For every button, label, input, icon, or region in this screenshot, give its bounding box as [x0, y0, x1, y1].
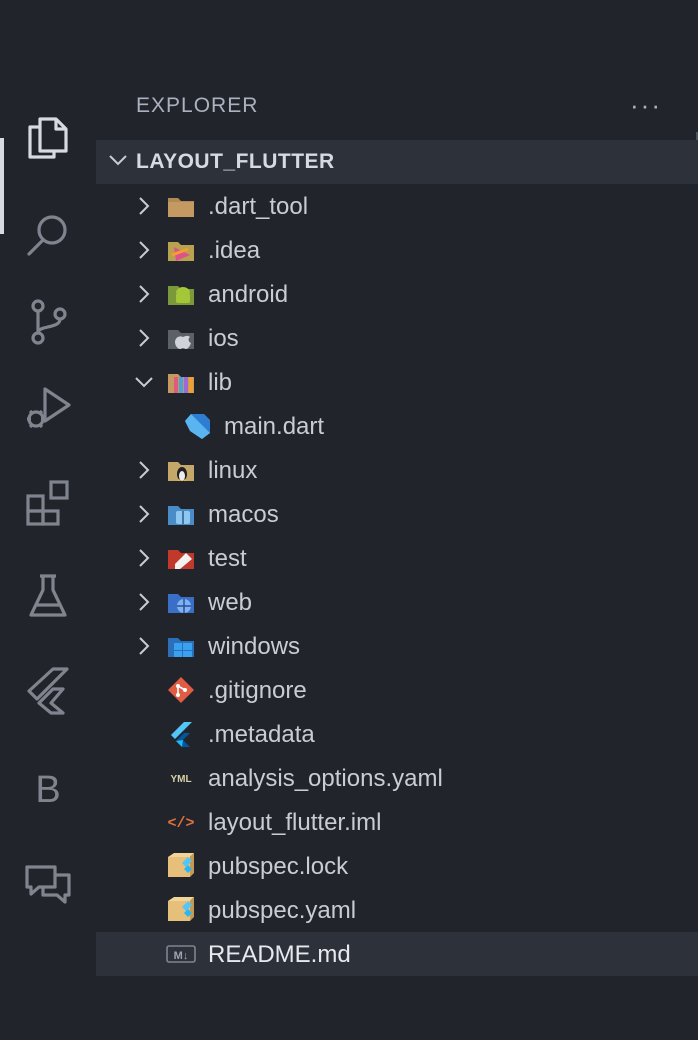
- xml-icon-text: </>: [167, 815, 194, 832]
- tree-item-lib[interactable]: lib: [96, 360, 698, 404]
- tree-item-web[interactable]: web: [96, 580, 698, 624]
- tree-item-label: linux: [208, 457, 258, 484]
- tree-item-idea[interactable]: .idea: [96, 228, 698, 272]
- tree-item-label: .idea: [208, 237, 261, 264]
- folder-android-icon: [168, 286, 194, 305]
- pubspec-file-icon: [168, 853, 194, 877]
- tree-item-label: .gitignore: [208, 677, 307, 704]
- chevron-down-icon: [135, 377, 153, 388]
- tree-item-macos[interactable]: macos: [96, 492, 698, 536]
- tree-item-dart-tool[interactable]: .dart_tool: [96, 184, 698, 228]
- tree-item-ios[interactable]: ios: [96, 316, 698, 360]
- tree-item-readme[interactable]: M↓ README.md: [96, 932, 698, 976]
- tree-item-label: .metadata: [208, 721, 315, 748]
- markdown-icon-text: M↓: [174, 950, 189, 962]
- flutter-file-icon: [171, 722, 192, 747]
- chevron-down-icon: [109, 155, 127, 166]
- files-icon[interactable]: [0, 90, 96, 186]
- activity-bar: B: [0, 68, 96, 1040]
- tree-item-layout-flutter-iml[interactable]: </> layout_flutter.iml: [96, 800, 698, 844]
- git-file-icon: [168, 677, 194, 703]
- source-control-icon[interactable]: [0, 274, 96, 370]
- tree-item-label: .dart_tool: [208, 193, 309, 220]
- tree-item-label: analysis_options.yaml: [208, 765, 443, 792]
- search-icon[interactable]: [0, 186, 96, 282]
- title-bar: [0, 0, 698, 68]
- tree-item-test[interactable]: test: [96, 536, 698, 580]
- tree-item-gitignore[interactable]: .gitignore: [96, 668, 698, 712]
- chevron-right-icon: [139, 549, 150, 567]
- chevron-right-icon: [139, 593, 150, 611]
- tree-item-label: main.dart: [224, 413, 325, 440]
- file-tree: .dart_tool .idea android ios lib main.da…: [96, 184, 698, 976]
- tree-item-label: layout_flutter.iml: [208, 809, 382, 836]
- workspace-section-header[interactable]: LAYOUT_FLUTTER: [96, 140, 698, 184]
- chevron-right-icon: [139, 461, 150, 479]
- chevron-right-icon: [139, 197, 150, 215]
- chevron-right-icon: [139, 285, 150, 303]
- tree-item-label: pubspec.yaml: [208, 897, 357, 924]
- chevron-right-icon: [139, 329, 150, 347]
- explorer-title: EXPLORER: [136, 94, 259, 117]
- b-extension-icon[interactable]: B: [0, 742, 96, 838]
- tree-item-pubspec-yaml[interactable]: pubspec.yaml: [96, 888, 698, 932]
- tree-item-analysis-options[interactable]: YML analysis_options.yaml: [96, 756, 698, 800]
- markdown-file-icon: M↓: [166, 945, 196, 963]
- tree-item-label: android: [208, 281, 289, 308]
- tree-item-main-dart[interactable]: main.dart: [96, 404, 698, 448]
- folder-lib-icon: [168, 374, 194, 393]
- run-debug-icon[interactable]: [0, 360, 96, 456]
- tree-item-label: README.md: [208, 941, 351, 968]
- tree-item-android[interactable]: android: [96, 272, 698, 316]
- explorer-sidebar: EXPLORER ··· LAYOUT_FLUTTER .dart_tool .…: [96, 68, 698, 1040]
- b-extension-label: B: [35, 768, 61, 811]
- folder-linux-icon: [168, 462, 194, 481]
- chevron-right-icon: [139, 505, 150, 523]
- folder-dart-tool-icon: [168, 198, 194, 217]
- tree-item-label: macos: [208, 501, 279, 528]
- tree-item-label: lib: [208, 369, 233, 396]
- yaml-icon-text: YML: [170, 774, 191, 785]
- pubspec-file-icon: [168, 897, 194, 921]
- tree-item-label: pubspec.lock: [208, 853, 349, 880]
- chevron-right-icon: [139, 637, 150, 655]
- tree-item-linux[interactable]: linux: [96, 448, 698, 492]
- flask-icon[interactable]: [0, 548, 96, 644]
- chevron-right-icon: [139, 241, 150, 259]
- extensions-icon[interactable]: [0, 454, 96, 550]
- yaml-file-icon: YML: [170, 774, 191, 785]
- folder-web-icon: [168, 594, 194, 613]
- tree-item-metadata[interactable]: .metadata: [96, 712, 698, 756]
- flutter-icon[interactable]: [0, 642, 96, 738]
- tree-item-label: windows: [208, 633, 301, 660]
- xml-file-icon: </>: [167, 815, 194, 832]
- folder-macos-icon: [168, 506, 194, 525]
- comments-icon[interactable]: [0, 836, 96, 932]
- tree-item-pubspec-lock[interactable]: pubspec.lock: [96, 844, 698, 888]
- more-actions-icon[interactable]: ···: [630, 90, 662, 121]
- tree-item-label: ios: [208, 325, 239, 352]
- folder-ios-icon: [168, 330, 194, 349]
- folder-test-icon: [168, 550, 194, 569]
- tree-item-label: test: [208, 545, 247, 572]
- dart-file-icon: [185, 414, 210, 439]
- tree-item-label: web: [208, 589, 253, 616]
- folder-idea-icon: [168, 242, 194, 261]
- folder-windows-icon: [168, 638, 194, 657]
- explorer-header: EXPLORER ···: [96, 68, 698, 140]
- workspace-title: LAYOUT_FLUTTER: [136, 150, 335, 173]
- tree-item-windows[interactable]: windows: [96, 624, 698, 668]
